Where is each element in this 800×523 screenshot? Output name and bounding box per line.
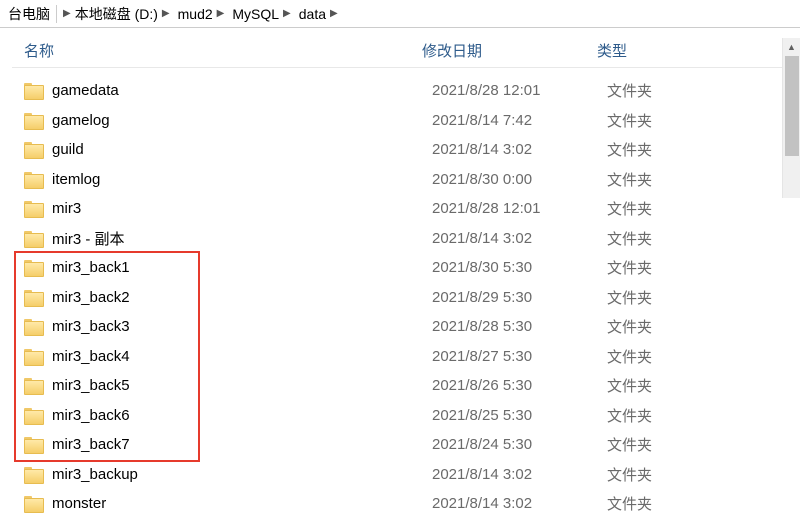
file-name: mir3 - 副本 [52, 228, 432, 249]
file-date: 2021/8/14 7:42 [432, 112, 607, 129]
file-date: 2021/8/14 3:02 [432, 230, 607, 247]
file-type: 文件夹 [607, 169, 788, 190]
column-header-name[interactable]: 名称 [12, 40, 422, 61]
breadcrumb: 台电脑 ▶ 本地磁盘 (D:) ▶ mud2 ▶ MySQL ▶ data ▶ [0, 0, 800, 28]
folder-icon [24, 408, 42, 423]
chevron-right-icon: ▶ [217, 8, 225, 19]
file-name: mir3_back1 [52, 259, 432, 276]
file-type: 文件夹 [607, 139, 788, 160]
file-name: mir3_back3 [52, 318, 432, 335]
list-item[interactable]: mir3_back42021/8/27 5:30文件夹 [12, 342, 788, 372]
file-type: 文件夹 [607, 316, 788, 337]
list-item[interactable]: mir3_back62021/8/25 5:30文件夹 [12, 401, 788, 431]
list-item[interactable]: mir3_back52021/8/26 5:30文件夹 [12, 371, 788, 401]
file-name: mir3 [52, 200, 432, 217]
breadcrumb-label: mud2 [178, 6, 213, 22]
file-date: 2021/8/28 12:01 [432, 200, 607, 217]
file-type: 文件夹 [607, 493, 788, 514]
file-date: 2021/8/24 5:30 [432, 436, 607, 453]
chevron-right-icon: ▶ [330, 8, 338, 19]
file-name: mir3_back2 [52, 289, 432, 306]
folder-icon [24, 290, 42, 305]
file-type: 文件夹 [607, 228, 788, 249]
file-type: 文件夹 [607, 464, 788, 485]
folder-icon [24, 437, 42, 452]
folder-icon [24, 378, 42, 393]
file-name: gamedata [52, 82, 432, 99]
folder-icon [24, 113, 42, 128]
file-date: 2021/8/28 5:30 [432, 318, 607, 335]
chevron-right-icon: ▶ [283, 8, 291, 19]
file-type: 文件夹 [607, 405, 788, 426]
file-date: 2021/8/25 5:30 [432, 407, 607, 424]
list-item[interactable]: mir3_backup2021/8/14 3:02文件夹 [12, 460, 788, 490]
file-date: 2021/8/14 3:02 [432, 141, 607, 158]
folder-icon [24, 142, 42, 157]
list-item[interactable]: mir3_back22021/8/29 5:30文件夹 [12, 283, 788, 313]
file-name: itemlog [52, 171, 432, 188]
list-item[interactable]: mir3_back72021/8/24 5:30文件夹 [12, 430, 788, 460]
breadcrumb-label: 台电脑 [8, 4, 50, 24]
list-item[interactable]: gamelog2021/8/14 7:42文件夹 [12, 106, 788, 136]
scroll-up-icon[interactable]: ▲ [783, 38, 800, 56]
folder-icon [24, 172, 42, 187]
breadcrumb-label: data [299, 6, 326, 22]
folder-icon [24, 496, 42, 511]
file-type: 文件夹 [607, 375, 788, 396]
list-item[interactable]: mir32021/8/28 12:01文件夹 [12, 194, 788, 224]
file-date: 2021/8/14 3:02 [432, 466, 607, 483]
breadcrumb-label: 本地磁盘 (D:) [75, 4, 158, 24]
file-date: 2021/8/29 5:30 [432, 289, 607, 306]
file-type: 文件夹 [607, 110, 788, 131]
file-date: 2021/8/30 5:30 [432, 259, 607, 276]
folder-icon [24, 201, 42, 216]
list-item[interactable]: gamedata2021/8/28 12:01文件夹 [12, 76, 788, 106]
file-name: monster [52, 495, 432, 512]
file-type: 文件夹 [607, 257, 788, 278]
file-date: 2021/8/28 12:01 [432, 82, 607, 99]
breadcrumb-item-computer[interactable]: 台电脑 [4, 0, 54, 27]
file-date: 2021/8/27 5:30 [432, 348, 607, 365]
file-name: mir3_back7 [52, 436, 432, 453]
list-item[interactable]: itemlog2021/8/30 0:00文件夹 [12, 165, 788, 195]
folder-icon [24, 231, 42, 246]
file-name: guild [52, 141, 432, 158]
chevron-right-icon[interactable]: ▶ [63, 8, 71, 19]
list-body: gamedata2021/8/28 12:01文件夹gamelog2021/8/… [12, 68, 788, 519]
file-date: 2021/8/30 0:00 [432, 171, 607, 188]
file-type: 文件夹 [607, 198, 788, 219]
list-item[interactable]: mir3_back12021/8/30 5:30文件夹 [12, 253, 788, 283]
column-header-type[interactable]: 类型 [597, 40, 788, 61]
file-type: 文件夹 [607, 80, 788, 101]
folder-icon [24, 349, 42, 364]
file-type: 文件夹 [607, 434, 788, 455]
breadcrumb-item-data[interactable]: data ▶ [295, 0, 342, 27]
file-name: mir3_backup [52, 466, 432, 483]
file-type: 文件夹 [607, 287, 788, 308]
list-item[interactable]: mir3_back32021/8/28 5:30文件夹 [12, 312, 788, 342]
list-item[interactable]: mir3 - 副本2021/8/14 3:02文件夹 [12, 224, 788, 254]
file-date: 2021/8/26 5:30 [432, 377, 607, 394]
file-list-pane: 名称 修改日期 类型 ▲ gamedata2021/8/28 12:01文件夹g… [0, 28, 800, 519]
chevron-right-icon: ▶ [162, 8, 170, 19]
folder-icon [24, 260, 42, 275]
list-item[interactable]: monster2021/8/14 3:02文件夹 [12, 489, 788, 519]
file-name: mir3_back5 [52, 377, 432, 394]
breadcrumb-label: MySQL [232, 6, 279, 22]
file-type: 文件夹 [607, 346, 788, 367]
breadcrumb-separator [56, 5, 57, 23]
file-name: mir3_back4 [52, 348, 432, 365]
folder-icon [24, 319, 42, 334]
breadcrumb-item-mysql[interactable]: MySQL ▶ [228, 0, 294, 27]
breadcrumb-item-drive[interactable]: 本地磁盘 (D:) ▶ [71, 0, 174, 27]
file-date: 2021/8/14 3:02 [432, 495, 607, 512]
breadcrumb-item-mud2[interactable]: mud2 ▶ [174, 0, 229, 27]
file-name: mir3_back6 [52, 407, 432, 424]
folder-icon [24, 83, 42, 98]
folder-icon [24, 467, 42, 482]
list-header: 名称 修改日期 类型 [12, 38, 788, 68]
list-item[interactable]: guild2021/8/14 3:02文件夹 [12, 135, 788, 165]
file-name: gamelog [52, 112, 432, 129]
column-header-date[interactable]: 修改日期 [422, 40, 597, 61]
